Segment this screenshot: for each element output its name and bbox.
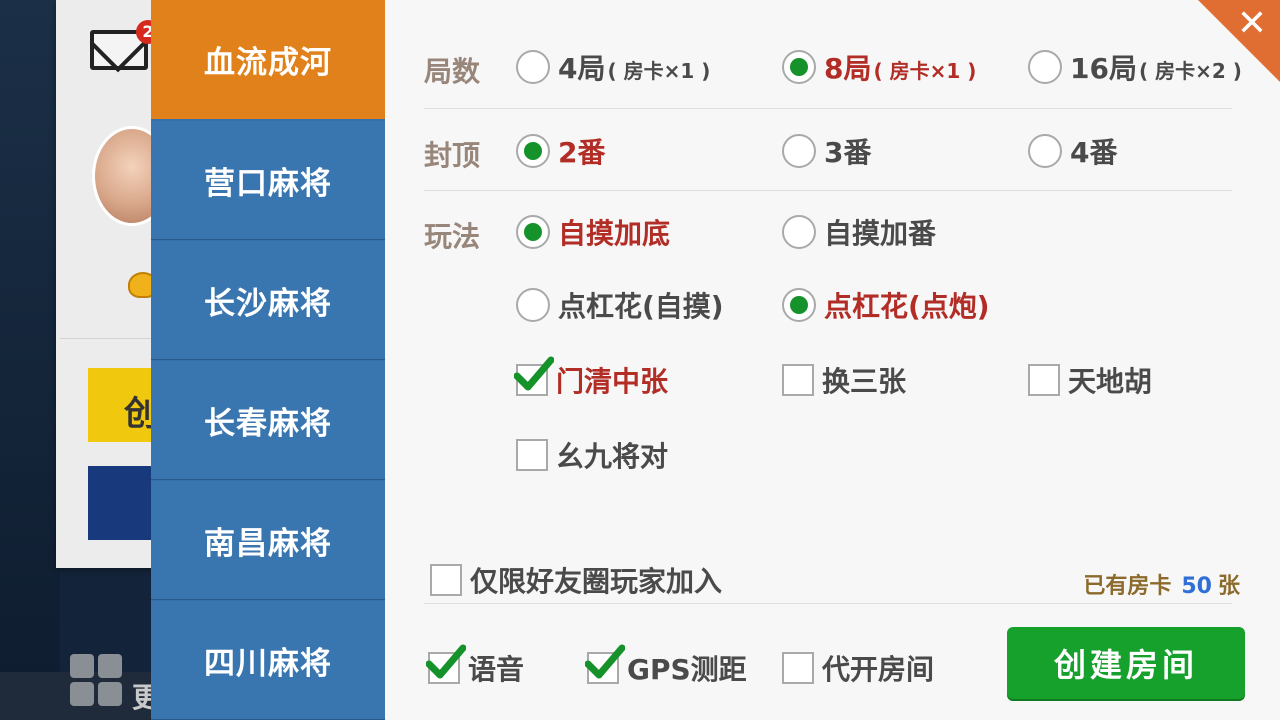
voice-option[interactable]: 语音 bbox=[426, 644, 525, 688]
option-label: 自摸加底 bbox=[558, 217, 671, 250]
radio-button[interactable] bbox=[782, 288, 816, 322]
checkbox[interactable] bbox=[430, 564, 462, 596]
rule-yaojiu-jiangdui[interactable]: 幺九将对 bbox=[516, 435, 668, 475]
option-label: 仅限好友圈玩家加入 bbox=[470, 565, 723, 598]
checkmark-icon bbox=[514, 356, 554, 391]
checkbox[interactable] bbox=[426, 644, 466, 684]
radio-button[interactable] bbox=[516, 50, 550, 84]
checkbox[interactable] bbox=[782, 364, 814, 396]
divider bbox=[424, 190, 1232, 191]
rounds-label: 局数 bbox=[424, 55, 481, 88]
rule-heaven-earth-hu[interactable]: 天地胡 bbox=[1028, 360, 1152, 400]
option-label: 天地胡 bbox=[1068, 365, 1153, 398]
background-sidebar bbox=[0, 0, 60, 720]
tab-nanchang-mahjong[interactable]: 南昌麻将 bbox=[151, 481, 385, 600]
option-label: 幺九将对 bbox=[556, 440, 669, 473]
radio-button[interactable] bbox=[782, 134, 816, 168]
balance-count: 50 bbox=[1181, 574, 1212, 599]
rule-kong-flower-discard[interactable]: 点杠花(点炮) bbox=[782, 285, 990, 325]
option-label: GPS测距 bbox=[627, 653, 747, 686]
rules-label: 玩法 bbox=[424, 220, 481, 253]
more-grid-icon bbox=[70, 654, 126, 710]
rule-self-draw-base[interactable]: 自摸加底 bbox=[516, 212, 670, 252]
game-type-tabs: 血流成河 营口麻将 长沙麻将 长春麻将 南昌麻将 四川麻将 bbox=[151, 0, 385, 720]
option-cost: ( 房卡×1 ) bbox=[607, 59, 711, 83]
cap-label: 封顶 bbox=[424, 139, 481, 172]
radio-button[interactable] bbox=[1028, 134, 1062, 168]
option-label: 点杠花(点炮) bbox=[824, 290, 990, 323]
rule-kong-flower-self[interactable]: 点杠花(自摸) bbox=[516, 285, 724, 325]
cap-option-4[interactable]: 4番 bbox=[1028, 131, 1117, 171]
radio-button[interactable] bbox=[516, 288, 550, 322]
option-label: 2番 bbox=[558, 136, 606, 169]
radio-button[interactable] bbox=[782, 50, 816, 84]
radio-button[interactable] bbox=[516, 215, 550, 249]
radio-button[interactable] bbox=[782, 215, 816, 249]
balance-prefix: 已有房卡 bbox=[1083, 574, 1172, 599]
option-label: 语音 bbox=[468, 653, 525, 686]
divider bbox=[424, 108, 1232, 109]
gps-distance-option[interactable]: GPS测距 bbox=[585, 644, 747, 688]
checkbox[interactable] bbox=[782, 652, 814, 684]
option-label: 4局 bbox=[558, 52, 606, 85]
rule-menqing-zhongzhang[interactable]: 门清中张 bbox=[514, 356, 669, 400]
cap-option-2[interactable]: 2番 bbox=[516, 131, 605, 171]
rounds-option-4[interactable]: 4局( 房卡×1 ) bbox=[516, 47, 710, 87]
checkmark-icon bbox=[585, 644, 625, 679]
rule-swap-three[interactable]: 换三张 bbox=[782, 360, 906, 400]
rule-self-draw-fan[interactable]: 自摸加番 bbox=[782, 212, 936, 252]
rounds-option-16[interactable]: 16局( 房卡×2 ) bbox=[1028, 47, 1242, 87]
radio-button[interactable] bbox=[1028, 50, 1062, 84]
option-label: 自摸加番 bbox=[824, 217, 937, 250]
checkbox[interactable] bbox=[1028, 364, 1060, 396]
option-cost: ( 房卡×2 ) bbox=[1138, 59, 1242, 83]
option-label: 8局 bbox=[824, 52, 872, 85]
tab-xueliu-chenghe[interactable]: 血流成河 bbox=[151, 0, 385, 119]
checkbox[interactable] bbox=[585, 644, 625, 684]
divider bbox=[60, 338, 160, 339]
option-label: 换三张 bbox=[822, 365, 907, 398]
friends-only-option[interactable]: 仅限好友圈玩家加入 bbox=[430, 560, 722, 600]
option-label: 3番 bbox=[824, 136, 872, 169]
checkmark-icon bbox=[426, 644, 466, 679]
checkbox[interactable] bbox=[516, 439, 548, 471]
option-label: 代开房间 bbox=[822, 653, 935, 686]
close-icon[interactable]: ✕ bbox=[1232, 4, 1272, 44]
option-label: 16局 bbox=[1070, 52, 1137, 85]
option-label: 点杠花(自摸) bbox=[558, 290, 724, 323]
cap-option-3[interactable]: 3番 bbox=[782, 131, 871, 171]
option-label: 门清中张 bbox=[556, 365, 669, 398]
create-room-button[interactable]: 创建房间 bbox=[1007, 627, 1245, 699]
room-card-balance: 已有房卡 50 张 bbox=[1083, 568, 1240, 600]
balance-unit: 张 bbox=[1217, 574, 1240, 599]
divider bbox=[424, 603, 1232, 604]
radio-button[interactable] bbox=[516, 134, 550, 168]
option-label: 4番 bbox=[1070, 136, 1118, 169]
tab-yingkou-mahjong[interactable]: 营口麻将 bbox=[151, 121, 385, 240]
checkbox[interactable] bbox=[514, 356, 554, 396]
tab-sichuan-mahjong[interactable]: 四川麻将 bbox=[151, 601, 385, 720]
tab-changchun-mahjong[interactable]: 长春麻将 bbox=[151, 361, 385, 480]
option-cost: ( 房卡×1 ) bbox=[873, 59, 977, 83]
proxy-room-option[interactable]: 代开房间 bbox=[782, 648, 934, 688]
tab-changsha-mahjong[interactable]: 长沙麻将 bbox=[151, 241, 385, 360]
rounds-option-8[interactable]: 8局( 房卡×1 ) bbox=[782, 47, 976, 87]
